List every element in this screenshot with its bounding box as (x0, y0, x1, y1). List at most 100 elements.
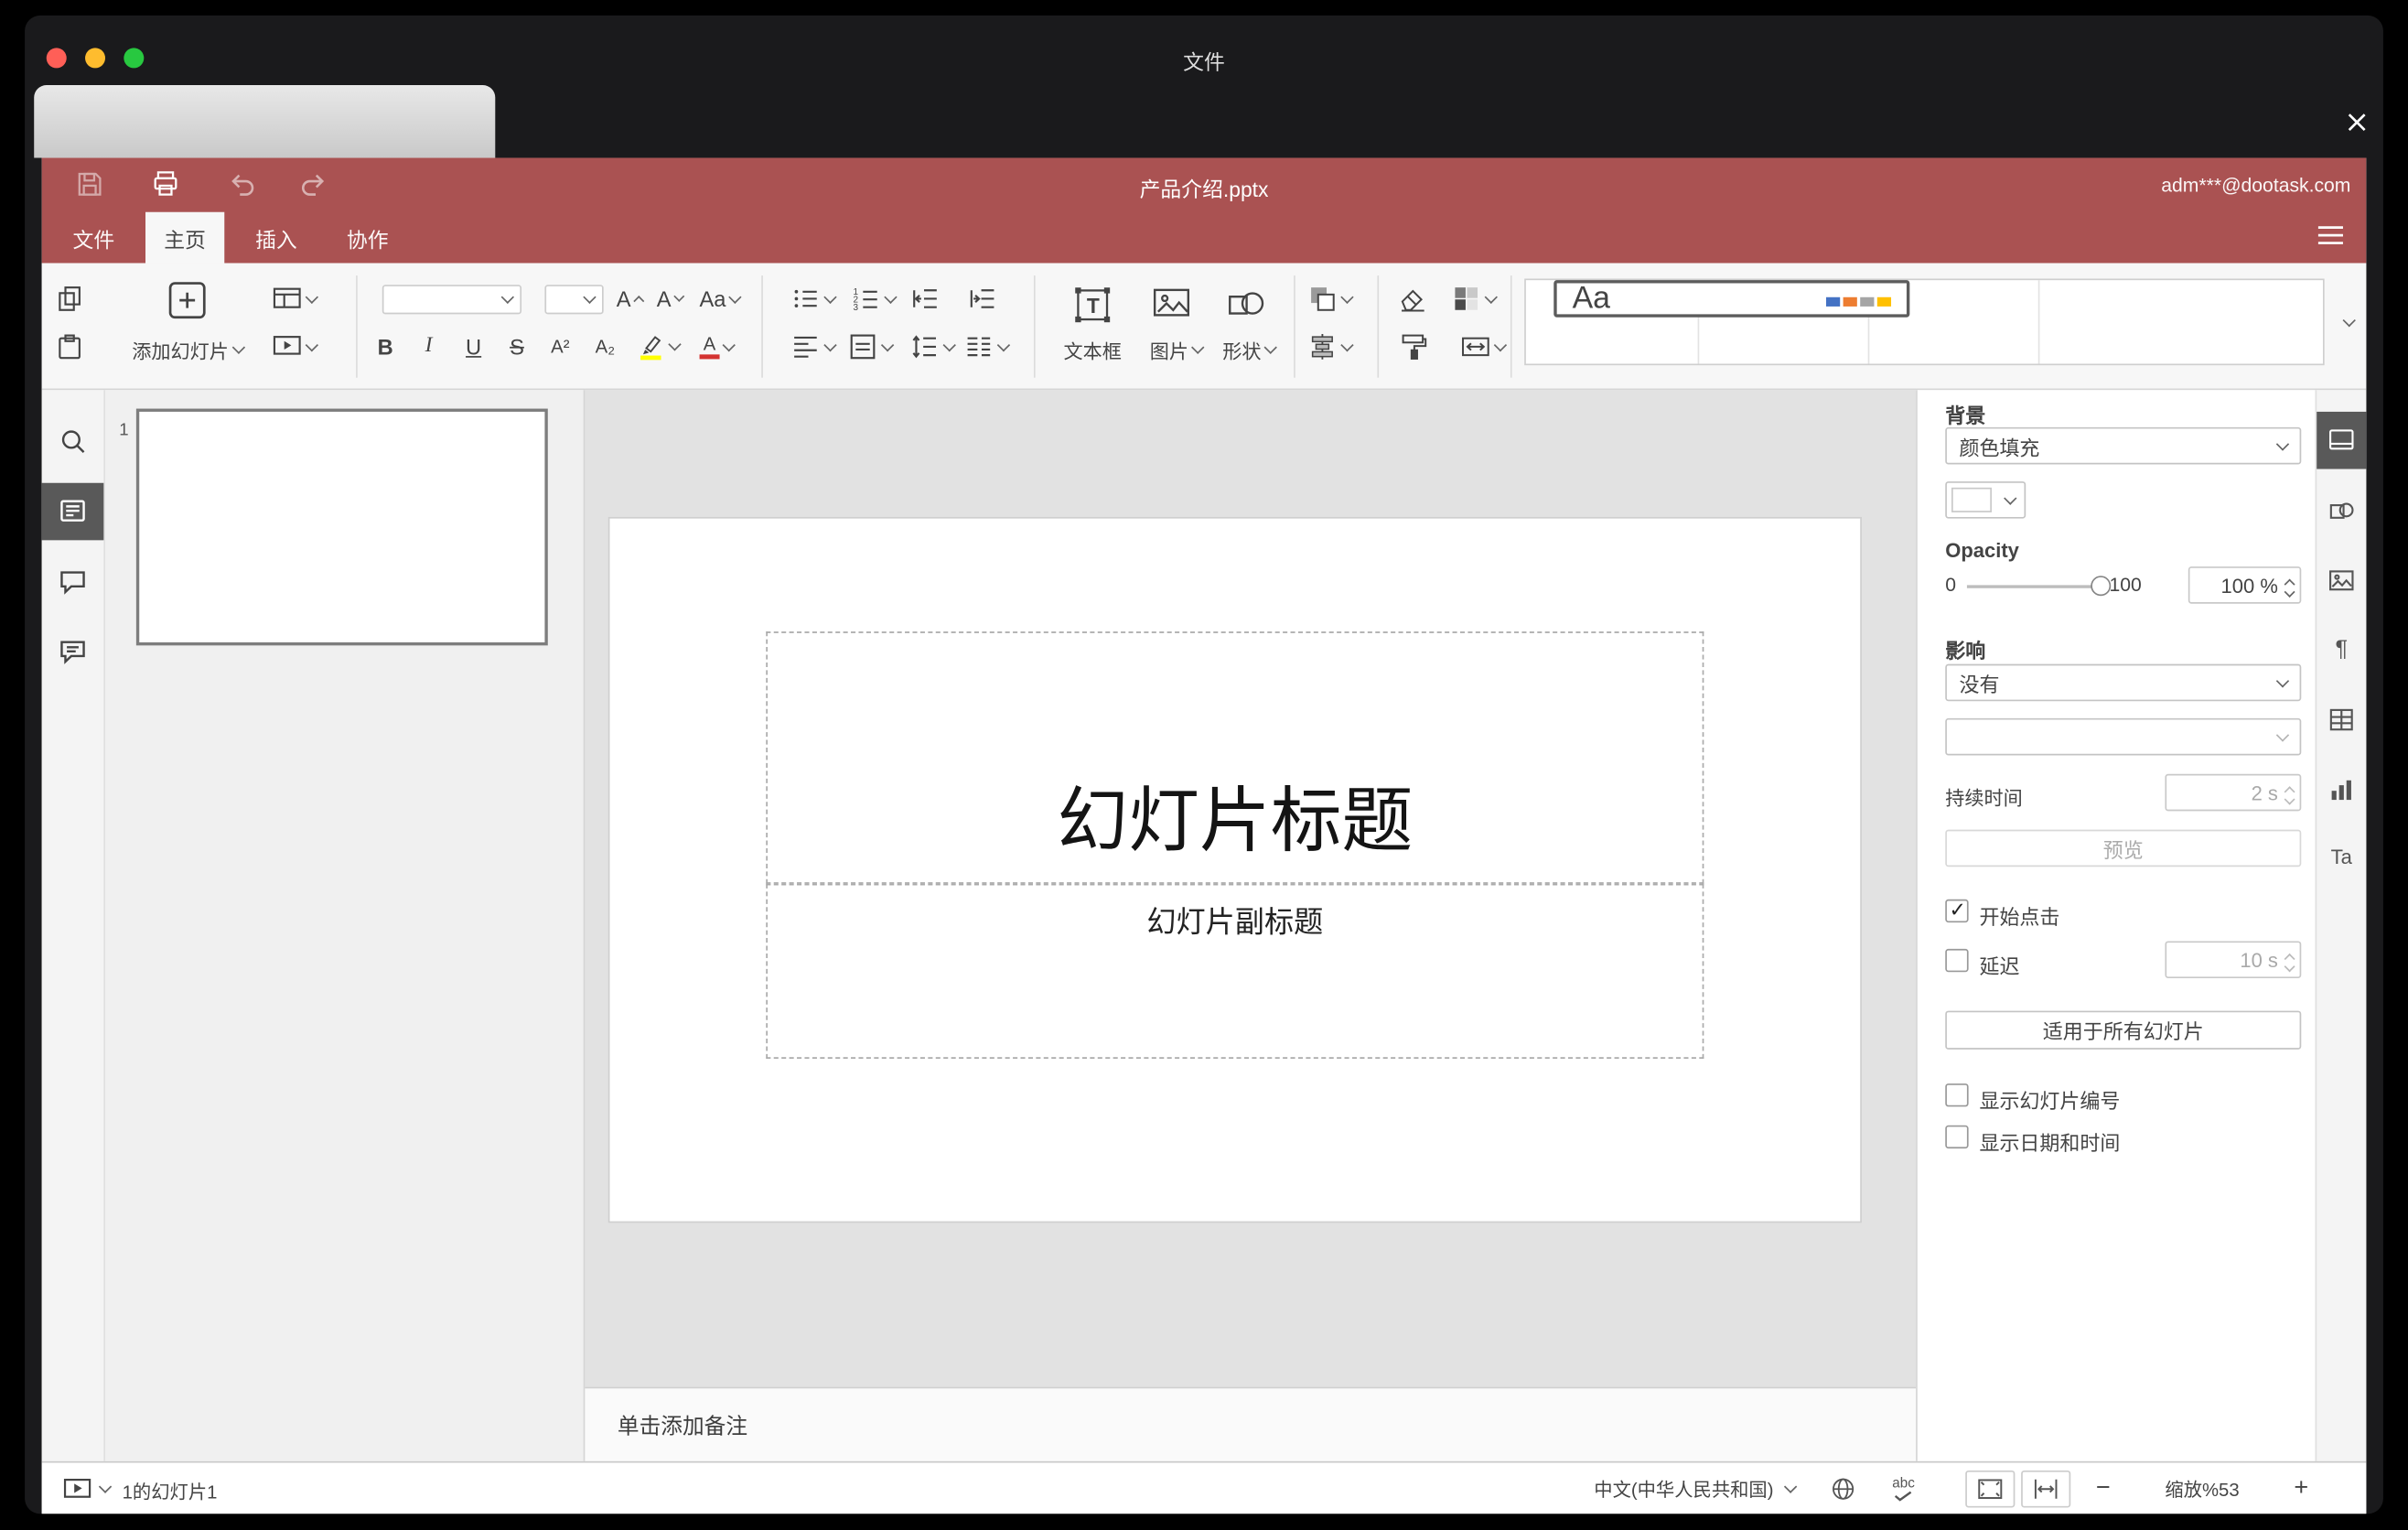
start-slideshow-status-button[interactable] (62, 1475, 93, 1503)
search-button[interactable] (58, 426, 87, 456)
theme-gallery-expand-button[interactable] (2334, 278, 2365, 365)
add-slide-button[interactable] (167, 280, 208, 320)
theme-option-selected[interactable]: Aa (1553, 280, 1910, 318)
dialog-close-button[interactable] (2338, 103, 2376, 141)
notes-area[interactable]: 单击添加备注 (585, 1386, 1917, 1461)
slideshow-options-chevron[interactable] (98, 1480, 113, 1493)
spinner-arrows[interactable] (2284, 575, 2295, 598)
screen: 文件 产品介绍.pptx adm***@dootask.com 文件 主页 插入… (0, 0, 2408, 1530)
vertical-align-button[interactable] (847, 331, 895, 362)
copy-style-button[interactable] (1397, 331, 1428, 362)
insert-image-button[interactable] (1151, 285, 1191, 322)
chat-button[interactable] (58, 637, 87, 666)
show-datetime-checkbox[interactable] (1945, 1125, 1969, 1149)
numbering-button[interactable]: 123 (850, 284, 898, 315)
clear-style-button[interactable] (1397, 284, 1428, 315)
slides-panel-button[interactable] (58, 496, 87, 525)
background-color-picker[interactable] (1945, 481, 2026, 519)
arrange-shape-button[interactable] (1306, 284, 1354, 315)
bullets-button[interactable] (790, 284, 837, 315)
zoom-in-button[interactable]: + (2294, 1475, 2308, 1503)
opacity-slider-knob[interactable] (2091, 576, 2112, 597)
paste-button[interactable] (54, 331, 85, 362)
underline-button[interactable]: U (466, 334, 481, 359)
strikethrough-button[interactable]: S (510, 334, 524, 359)
zoom-out-button[interactable]: − (2096, 1475, 2111, 1503)
start-slideshow-button[interactable] (272, 331, 319, 362)
tab-insert[interactable]: 插入 (237, 212, 316, 264)
left-tool-strip (41, 390, 106, 1461)
opacity-spinner[interactable]: 100 % (2188, 566, 2302, 604)
font-name-combobox[interactable] (382, 285, 522, 315)
fit-slide-button[interactable] (1965, 1470, 2016, 1508)
fit-width-button[interactable] (2021, 1470, 2071, 1508)
effect-type-select[interactable] (1945, 717, 2302, 756)
table-settings-button[interactable] (2327, 706, 2355, 733)
italic-button[interactable]: I (425, 334, 433, 359)
slide-title-text[interactable]: 幻灯片标题 (768, 765, 1703, 867)
document-language-button[interactable] (1829, 1475, 1856, 1503)
background-fill-select[interactable]: 颜色填充 (1945, 426, 2302, 465)
paste-icon (59, 334, 81, 360)
image-settings-button[interactable] (2327, 566, 2355, 594)
show-slide-number-checkbox[interactable] (1945, 1083, 1969, 1107)
tab-home[interactable]: 主页 (145, 211, 225, 264)
opacity-slider-track[interactable] (1966, 585, 2101, 588)
add-slide-label[interactable]: 添加幻灯片 (132, 335, 245, 364)
decrease-font-button[interactable]: A (657, 286, 685, 311)
apply-to-all-slides-button[interactable]: 适用于所有幻灯片 (1945, 1010, 2302, 1050)
duration-spinner[interactable]: 2 s (2165, 773, 2302, 812)
font-color-icon: A (699, 334, 720, 360)
paragraph-settings-button[interactable]: ¶ (2335, 636, 2348, 663)
slide-canvas[interactable]: 幻灯片标题 幻灯片副标题 (585, 390, 1917, 1387)
copy-button[interactable] (54, 284, 85, 315)
textart-settings-button[interactable]: Ta (2331, 844, 2352, 871)
increase-font-button[interactable]: A (617, 286, 645, 311)
slide-size-button[interactable] (1460, 331, 1508, 362)
table-icon (2329, 708, 2353, 731)
superscript-button[interactable]: A² (551, 336, 569, 358)
slide-layout-button[interactable] (272, 284, 319, 315)
theme-option-5[interactable] (2039, 280, 2323, 363)
start-on-click-checkbox[interactable] (1945, 898, 1969, 922)
change-case-button[interactable]: Aa (699, 286, 742, 311)
slide-settings-button[interactable] (2327, 426, 2355, 453)
align-shape-button[interactable] (1306, 331, 1354, 362)
insert-image-label[interactable]: 图片 (1150, 335, 1205, 364)
shape-align-icon (1311, 334, 1333, 360)
highlight-color-button[interactable] (636, 332, 682, 361)
shape-settings-button[interactable] (2327, 497, 2355, 524)
insert-textbox-label[interactable]: 文本框 (1063, 335, 1121, 364)
font-size-combobox[interactable] (544, 285, 604, 315)
slide-subtitle-text[interactable]: 幻灯片副标题 (768, 900, 1703, 942)
insert-shape-button[interactable] (1226, 285, 1266, 322)
delay-spinner[interactable]: 10 s (2165, 941, 2302, 979)
font-color-button[interactable]: A (699, 334, 736, 360)
slide-thumbnail-1[interactable] (135, 408, 548, 646)
subtitle-placeholder[interactable]: 幻灯片副标题 (766, 883, 1704, 1059)
bold-button[interactable]: B (378, 334, 393, 359)
columns-button[interactable] (963, 331, 1011, 362)
title-placeholder[interactable]: 幻灯片标题 (766, 631, 1704, 884)
menu-button[interactable] (2317, 224, 2344, 246)
delay-checkbox[interactable] (1945, 948, 1969, 973)
opacity-max-label: 100 (2109, 574, 2142, 597)
line-spacing-button[interactable] (909, 331, 956, 362)
horizontal-align-button[interactable] (790, 331, 837, 362)
chevron-up-icon (633, 296, 645, 307)
spellcheck-button[interactable]: abc (1892, 1476, 1915, 1502)
language-selector[interactable]: 中文(中华人民共和国) (1594, 1476, 1798, 1503)
insert-textbox-button[interactable]: T (1071, 284, 1113, 326)
tab-collaboration[interactable]: 协作 (328, 212, 407, 264)
chart-settings-button[interactable] (2327, 775, 2355, 803)
insert-shape-label[interactable]: 形状 (1222, 335, 1277, 364)
color-scheme-button[interactable] (1451, 284, 1498, 315)
effect-select[interactable]: 没有 (1945, 663, 2302, 702)
preview-button[interactable]: 预览 (1945, 829, 2302, 867)
decrease-indent-button[interactable] (910, 284, 941, 315)
tab-file[interactable]: 文件 (54, 212, 133, 264)
subscript-button[interactable]: A₂ (596, 336, 615, 358)
increase-indent-button[interactable] (967, 284, 998, 315)
comments-button[interactable] (58, 567, 87, 597)
slide-editing-area[interactable]: 幻灯片标题 幻灯片副标题 (609, 518, 1861, 1222)
